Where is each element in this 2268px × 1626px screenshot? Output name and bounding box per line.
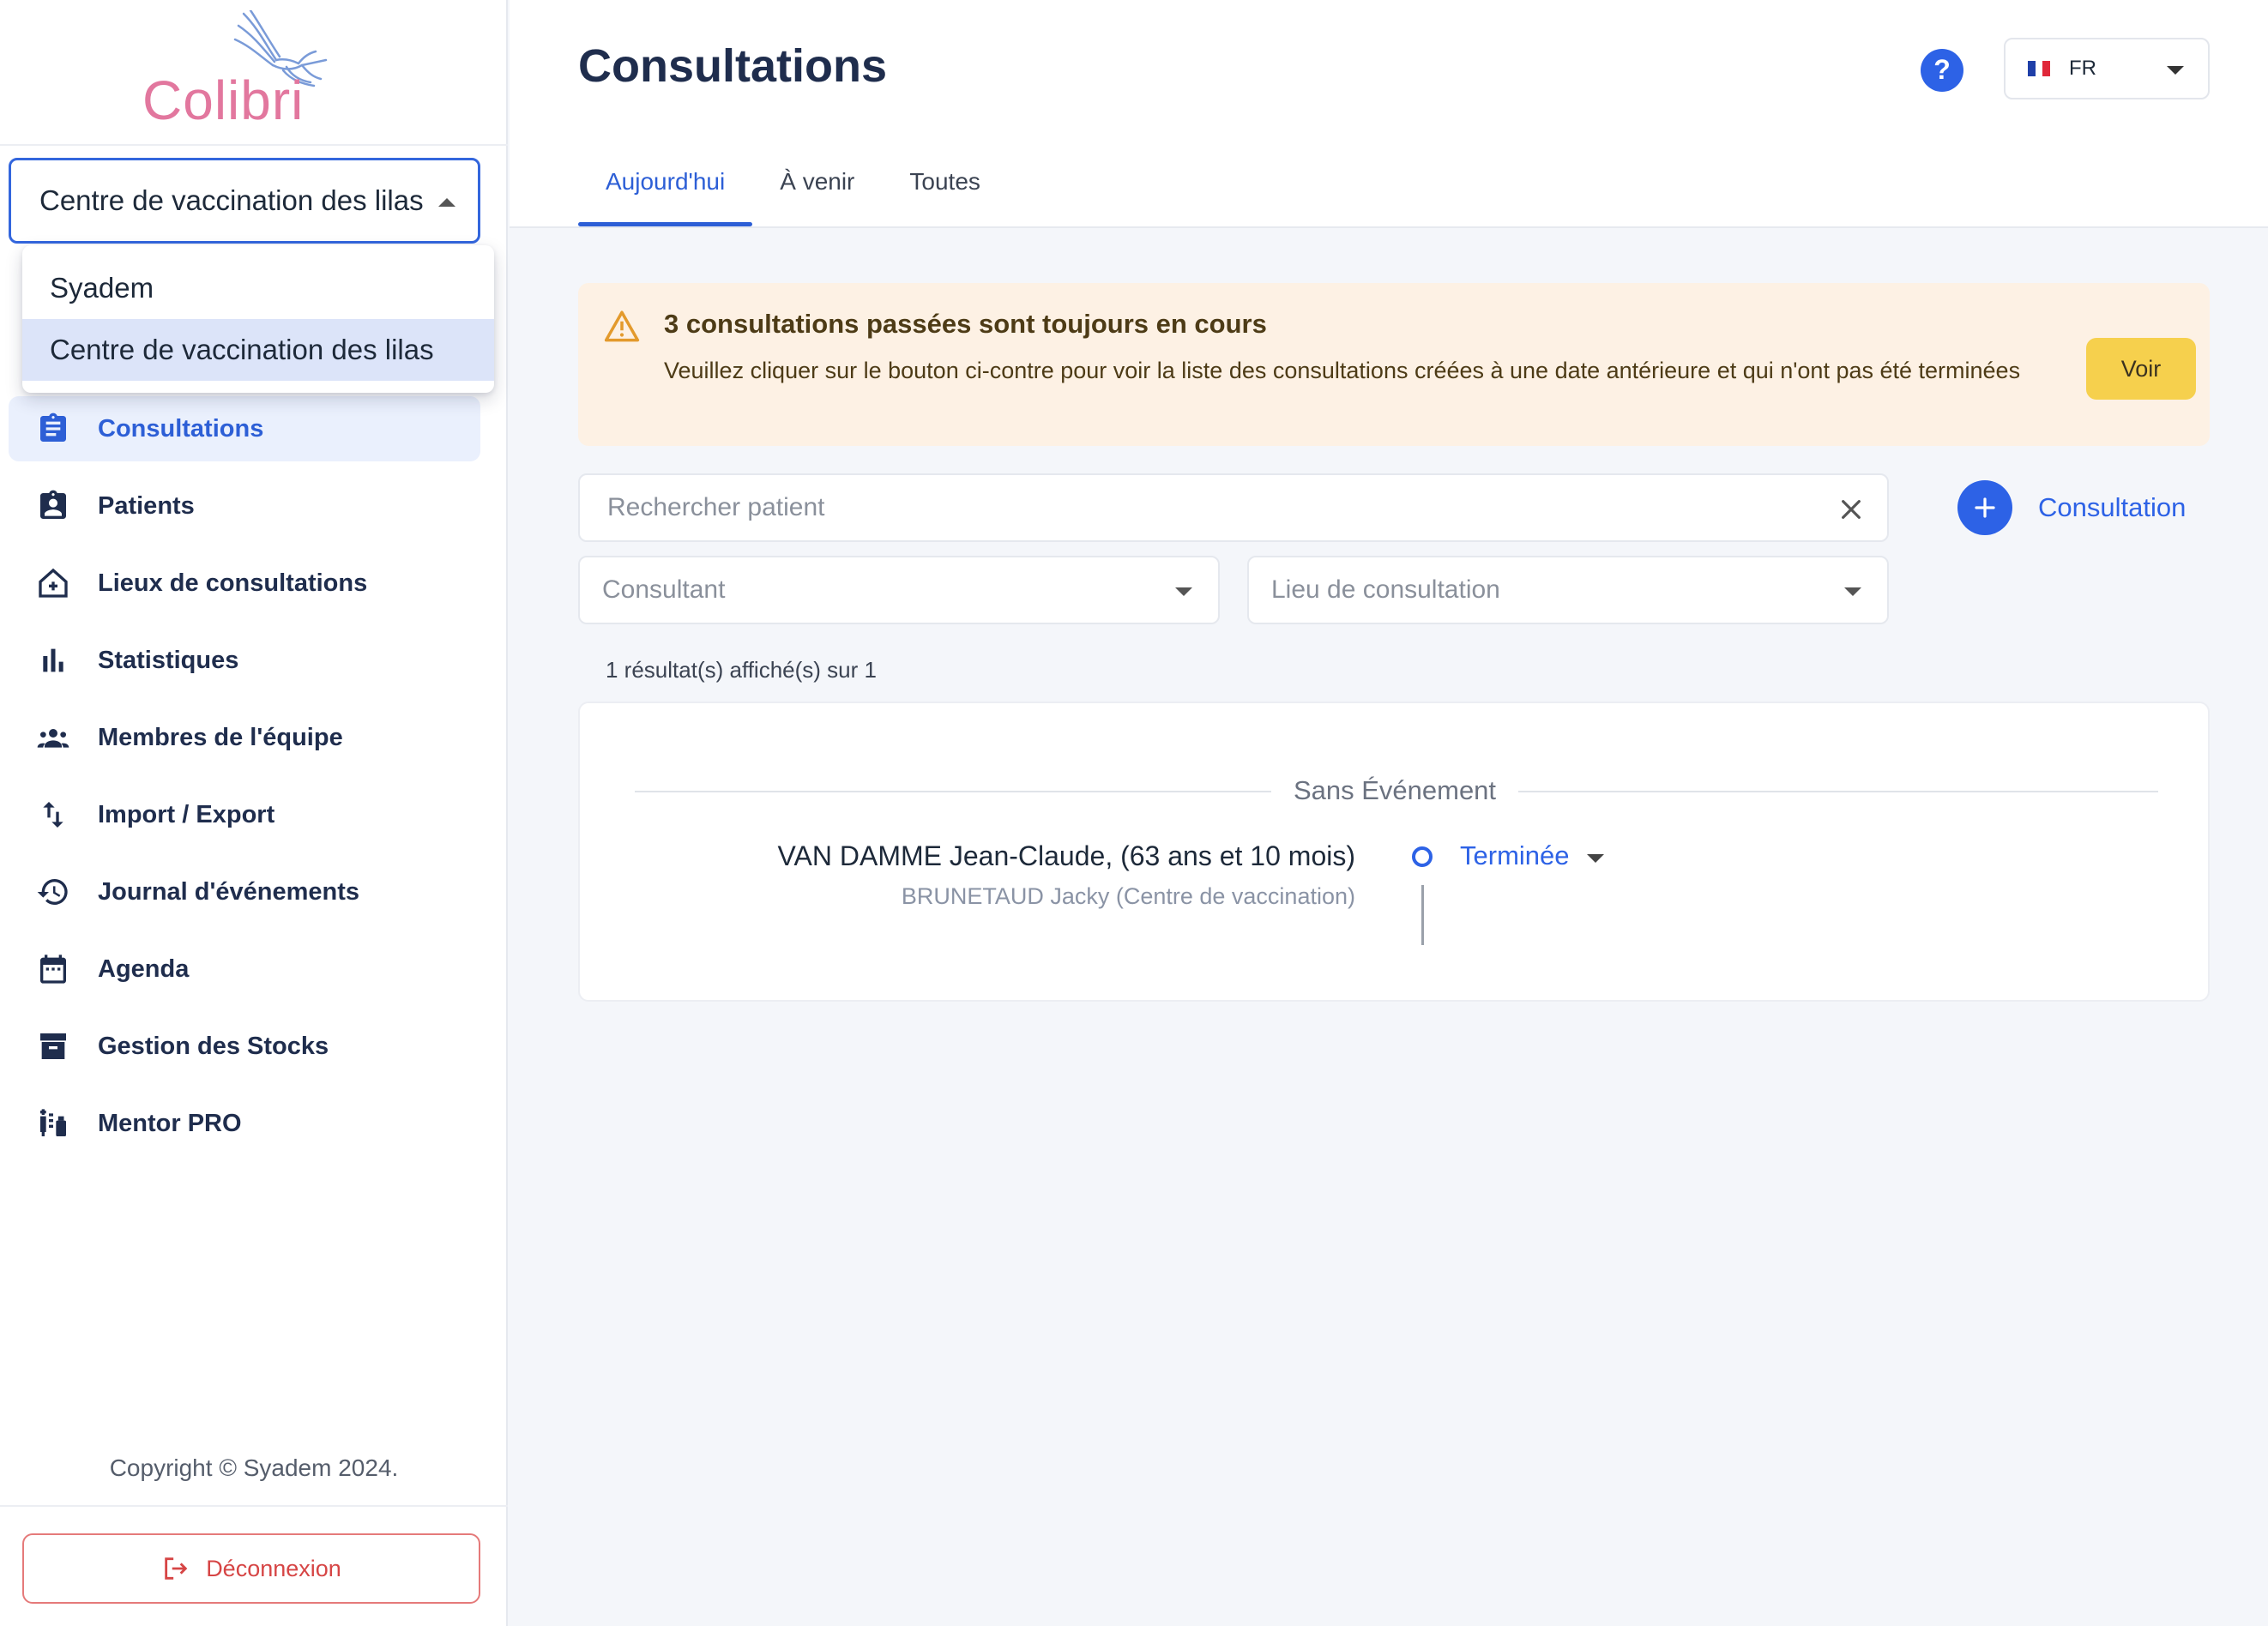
sidebar-item-label: Lieux de consultations <box>98 569 368 597</box>
consultations-list-card: Sans Événement VAN DAMME Jean-Claude, (6… <box>578 702 2210 1002</box>
svg-text:?: ? <box>1933 54 1951 85</box>
pending-consultations-alert: 3 consultations passées sont toujours en… <box>578 283 2210 446</box>
warning-icon <box>604 309 640 347</box>
sidebar-item-statistiques[interactable]: Statistiques <box>9 628 480 693</box>
vaccine-icon <box>34 1105 72 1142</box>
timeline-line <box>1421 885 1424 945</box>
tabs: Aujourd'hui À venir Toutes <box>578 151 1008 226</box>
add-consultation-label: Consultation <box>2038 492 2187 522</box>
chevron-down-icon <box>2167 66 2184 75</box>
search-input[interactable]: Rechercher patient <box>578 473 1889 542</box>
center-select-value: Centre de vaccination des lilas <box>39 184 424 216</box>
divider <box>1518 791 2158 792</box>
page-title: Consultations <box>578 40 887 92</box>
sidebar-item-membres[interactable]: Membres de l'équipe <box>9 705 480 770</box>
tab-aujourdhui[interactable]: Aujourd'hui <box>578 151 753 226</box>
calendar-icon <box>34 950 72 988</box>
sidebar-item-label: Agenda <box>98 955 190 983</box>
archive-box-icon <box>34 1027 72 1065</box>
clipboard-icon <box>34 410 72 448</box>
import-export-icon <box>34 796 72 834</box>
lieu-placeholder: Lieu de consultation <box>1271 575 1500 604</box>
language-value: FR <box>2069 57 2096 80</box>
voir-button[interactable]: Voir <box>2086 338 2196 400</box>
status-select[interactable]: Terminée <box>1460 840 1604 871</box>
sidebar-item-label: Import / Export <box>98 800 275 828</box>
team-icon <box>34 719 72 756</box>
page-header: Consultations ? FR Aujourd'hui À venir T… <box>510 0 2268 228</box>
sidebar-item-stocks[interactable]: Gestion des Stocks <box>9 1014 480 1079</box>
sidebar-item-agenda[interactable]: Agenda <box>9 936 480 1002</box>
sidebar-item-label: Membres de l'équipe <box>98 723 343 751</box>
center-dropdown-menu: Syadem Centre de vaccination des lilas <box>22 245 494 393</box>
divider <box>0 1505 508 1507</box>
add-consultation-button[interactable]: Consultation <box>1957 480 2186 535</box>
logo-text: Colibri <box>142 69 305 131</box>
chevron-down-icon <box>1844 587 1861 596</box>
lieu-select[interactable]: Lieu de consultation <box>1247 556 1889 624</box>
help-icon[interactable]: ? <box>1920 48 1964 97</box>
sidebar-item-label: Consultations <box>98 414 264 443</box>
logout-label: Déconnexion <box>206 1555 341 1581</box>
consultant-name: BRUNETAUD Jacky (Centre de vaccination) <box>901 883 1355 909</box>
consultant-placeholder: Consultant <box>602 575 726 604</box>
sidebar-item-lieux[interactable]: Lieux de consultations <box>9 551 480 616</box>
status-value: Terminée <box>1460 840 1570 870</box>
french-flag-icon <box>2028 61 2051 76</box>
sidebar-item-journal[interactable]: Journal d'événements <box>9 859 480 924</box>
patient-name[interactable]: VAN DAMME Jean-Claude, (63 ans et 10 moi… <box>778 840 1355 872</box>
result-count: 1 résultat(s) affiché(s) sur 1 <box>606 657 877 683</box>
chevron-down-icon <box>1175 587 1192 596</box>
center-select[interactable]: Centre de vaccination des lilas <box>9 158 480 244</box>
search-placeholder: Rechercher patient <box>607 493 825 521</box>
dropdown-option-syadem[interactable]: Syadem <box>22 257 494 319</box>
copyright-text: Copyright © Syadem 2024. <box>109 1454 399 1481</box>
close-icon[interactable] <box>1837 496 1865 530</box>
tab-a-venir[interactable]: À venir <box>752 151 882 226</box>
logout-icon <box>165 1557 188 1580</box>
patient-badge-icon <box>34 487 72 525</box>
clinic-house-icon <box>34 564 72 602</box>
divider <box>0 144 508 146</box>
sidebar-item-label: Mentor PRO <box>98 1109 242 1137</box>
sidebar-item-label: Gestion des Stocks <box>98 1032 329 1060</box>
sidebar-item-label: Patients <box>98 491 195 520</box>
chevron-down-icon <box>1586 854 1604 863</box>
colibri-logo[interactable]: Colibri <box>137 10 343 131</box>
divider <box>635 791 1271 792</box>
timeline-dot <box>1412 846 1433 867</box>
bar-chart-icon <box>34 641 72 679</box>
sidebar-item-label: Statistiques <box>98 646 239 674</box>
caret-up-icon <box>438 198 455 207</box>
tab-toutes[interactable]: Toutes <box>882 151 1008 226</box>
alert-text: Veuillez cliquer sur le bouton ci-contre… <box>664 358 2021 383</box>
logout-button[interactable]: Déconnexion <box>22 1533 480 1604</box>
consultant-select[interactable]: Consultant <box>578 556 1220 624</box>
plus-icon <box>1957 480 2012 535</box>
group-label: Sans Événement <box>1293 775 1497 805</box>
sidebar: Colibri Centre de vaccination des lilas … <box>0 0 508 1626</box>
history-icon <box>34 873 72 911</box>
sidebar-item-consultations[interactable]: Consultations <box>9 396 480 461</box>
language-select[interactable]: FR <box>2004 38 2210 99</box>
alert-title: 3 consultations passées sont toujours en… <box>664 309 1267 339</box>
sidebar-item-patients[interactable]: Patients <box>9 473 480 539</box>
sidebar-nav: Consultations Patients Lieux de consulta… <box>9 396 480 1168</box>
sidebar-item-label: Journal d'événements <box>98 877 360 906</box>
dropdown-option-centre-lilas[interactable]: Centre de vaccination des lilas <box>22 319 494 381</box>
sidebar-item-mentor-pro[interactable]: Mentor PRO <box>9 1091 480 1156</box>
sidebar-item-import-export[interactable]: Import / Export <box>9 782 480 847</box>
